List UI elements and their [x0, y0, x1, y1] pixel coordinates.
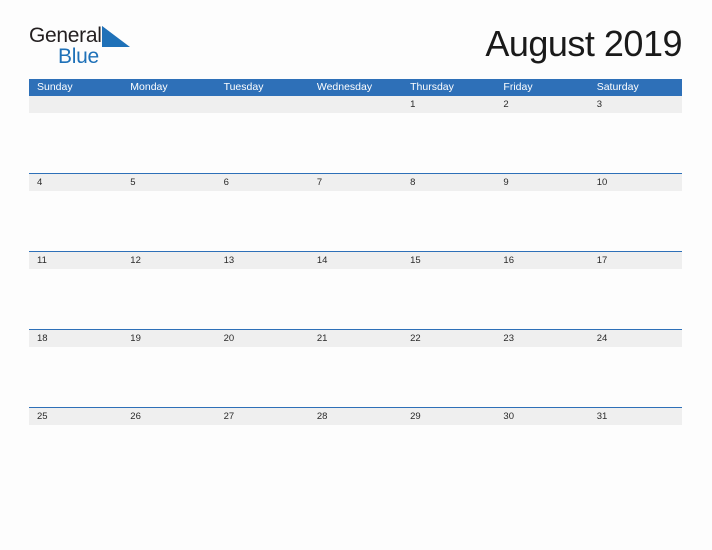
- day-number[interactable]: 10: [588, 173, 682, 191]
- day-cell-body[interactable]: [589, 113, 682, 174]
- week-body-row: [29, 113, 682, 174]
- day-cell-body[interactable]: [216, 347, 309, 408]
- day-cell-body[interactable]: [122, 191, 215, 252]
- day-number[interactable]: 8: [402, 173, 496, 191]
- day-cell-body[interactable]: [216, 425, 309, 485]
- day-number[interactable]: 7: [308, 173, 403, 191]
- day-cell-body[interactable]: [29, 191, 122, 252]
- day-cell-body[interactable]: [122, 425, 215, 485]
- day-number[interactable]: [29, 96, 123, 113]
- day-cell-body[interactable]: [122, 347, 215, 408]
- day-number[interactable]: 26: [122, 407, 216, 425]
- week-body-row: [29, 425, 682, 485]
- week-row: 4 5 6 7 8 9 10: [29, 173, 682, 191]
- general-blue-logo[interactable]: General Blue: [29, 24, 130, 70]
- day-cell-body[interactable]: [495, 191, 588, 252]
- week-row: 1 2 3: [29, 96, 682, 113]
- day-number[interactable]: 13: [215, 251, 309, 269]
- day-number[interactable]: 17: [588, 251, 682, 269]
- day-cell-body[interactable]: [402, 425, 495, 485]
- weekday-header-wednesday: Wednesday: [308, 79, 403, 96]
- day-number[interactable]: 12: [122, 251, 216, 269]
- day-number[interactable]: 14: [308, 251, 403, 269]
- page-header: General Blue August 2019: [29, 23, 682, 72]
- day-cell-body[interactable]: [122, 113, 215, 174]
- day-cell-body[interactable]: [29, 269, 122, 330]
- day-number[interactable]: 6: [215, 173, 309, 191]
- day-cell-body[interactable]: [309, 347, 402, 408]
- weekday-header-saturday: Saturday: [588, 79, 682, 96]
- day-number[interactable]: 28: [308, 407, 403, 425]
- day-cell-body[interactable]: [29, 425, 122, 485]
- day-number[interactable]: 16: [495, 251, 589, 269]
- day-number[interactable]: 29: [402, 407, 496, 425]
- day-cell-body[interactable]: [216, 113, 309, 174]
- day-number[interactable]: 4: [29, 173, 123, 191]
- day-number[interactable]: 20: [215, 329, 309, 347]
- week-body-row: [29, 191, 682, 252]
- day-cell-body[interactable]: [122, 269, 215, 330]
- day-number[interactable]: 22: [402, 329, 496, 347]
- day-cell-body[interactable]: [495, 113, 588, 174]
- day-cell-body[interactable]: [402, 191, 495, 252]
- day-cell-body[interactable]: [495, 347, 588, 408]
- day-cell-body[interactable]: [402, 113, 495, 174]
- day-number[interactable]: 2: [495, 96, 589, 113]
- day-number[interactable]: 31: [588, 407, 682, 425]
- day-number[interactable]: [215, 96, 309, 113]
- day-cell-body[interactable]: [216, 191, 309, 252]
- day-cell-body[interactable]: [589, 191, 682, 252]
- day-cell-body[interactable]: [589, 347, 682, 408]
- day-cell-body[interactable]: [402, 347, 495, 408]
- triangle-icon: [101, 26, 130, 55]
- day-number[interactable]: 24: [588, 329, 682, 347]
- page-title: August 2019: [485, 23, 682, 64]
- day-cell-body[interactable]: [309, 425, 402, 485]
- month-calendar: Sunday Monday Tuesday Wednesday Thursday…: [29, 79, 682, 485]
- week-body-row: [29, 269, 682, 330]
- weekday-header-row: Sunday Monday Tuesday Wednesday Thursday…: [29, 79, 682, 96]
- day-number[interactable]: 5: [122, 173, 216, 191]
- day-cell-body[interactable]: [29, 113, 122, 174]
- day-number[interactable]: 27: [215, 407, 309, 425]
- day-cell-body[interactable]: [495, 269, 588, 330]
- day-number[interactable]: 30: [495, 407, 589, 425]
- week-row: 11 12 13 14 15 16 17: [29, 251, 682, 269]
- day-cell-body[interactable]: [589, 425, 682, 485]
- logo-text-general: General: [29, 24, 102, 47]
- day-cell-body[interactable]: [495, 425, 588, 485]
- day-cell-body[interactable]: [402, 269, 495, 330]
- week-row: 18 19 20 21 22 23 24: [29, 329, 682, 347]
- day-cell-body[interactable]: [216, 269, 309, 330]
- calendar-page: General Blue August 2019 Sunday Monday T…: [0, 0, 712, 550]
- day-number[interactable]: 1: [402, 96, 496, 113]
- day-cell-body[interactable]: [309, 191, 402, 252]
- day-cell-body[interactable]: [589, 269, 682, 330]
- day-number[interactable]: 9: [495, 173, 589, 191]
- day-cell-body[interactable]: [309, 113, 402, 174]
- day-number[interactable]: 21: [308, 329, 403, 347]
- weekday-header-thursday: Thursday: [402, 79, 496, 96]
- logo-text-blue: Blue: [58, 45, 99, 68]
- week-row: 25 26 27 28 29 30 31: [29, 407, 682, 425]
- weekday-header-tuesday: Tuesday: [215, 79, 309, 96]
- day-number[interactable]: 11: [29, 251, 123, 269]
- weekday-header-sunday: Sunday: [29, 79, 123, 96]
- day-number[interactable]: 3: [588, 96, 682, 113]
- day-number[interactable]: [122, 96, 216, 113]
- day-number[interactable]: 23: [495, 329, 589, 347]
- day-cell-body[interactable]: [309, 269, 402, 330]
- day-number[interactable]: [308, 96, 403, 113]
- day-cell-body[interactable]: [29, 347, 122, 408]
- day-number[interactable]: 15: [402, 251, 496, 269]
- weekday-header-monday: Monday: [122, 79, 216, 96]
- weekday-header-friday: Friday: [495, 79, 589, 96]
- logo-line-one: General: [29, 24, 130, 48]
- week-body-row: [29, 347, 682, 408]
- day-number[interactable]: 19: [122, 329, 216, 347]
- day-number[interactable]: 18: [29, 329, 123, 347]
- day-number[interactable]: 25: [29, 407, 123, 425]
